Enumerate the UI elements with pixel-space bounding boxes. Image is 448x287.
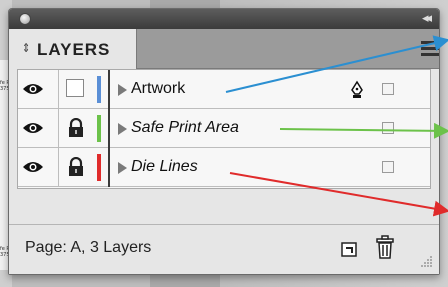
layer-color-swatch <box>97 154 101 181</box>
layer-row-safe-print-area[interactable]: Safe Print Area <box>18 109 430 148</box>
tab-layers[interactable]: ⇕ LAYERS <box>9 29 137 69</box>
trash-icon[interactable] <box>374 235 396 261</box>
column-separator <box>58 109 59 148</box>
expand-triangle-icon[interactable] <box>118 123 127 135</box>
pen-nib-icon <box>351 80 363 98</box>
target-checkbox[interactable] <box>382 83 394 95</box>
column-separator <box>58 70 59 109</box>
target-checkbox[interactable] <box>382 122 394 134</box>
lock-icon[interactable] <box>66 118 86 138</box>
layer-color-swatch <box>97 115 101 142</box>
column-separator <box>58 148 59 187</box>
layer-row-artwork[interactable]: Artwork <box>18 70 430 109</box>
row-divider <box>108 148 110 187</box>
lock-icon[interactable] <box>66 157 86 177</box>
new-layer-icon[interactable] <box>339 239 359 259</box>
layer-color-swatch <box>97 76 101 103</box>
resize-grip-icon[interactable] <box>419 254 433 268</box>
row-divider <box>108 109 110 148</box>
layer-name[interactable]: Die Lines <box>131 158 198 176</box>
row-divider <box>108 70 110 109</box>
panel-footer: Page: A, 3 Layers <box>9 224 439 274</box>
panel-tab-row: ⇕ LAYERS <box>9 29 439 69</box>
layer-row-die-lines[interactable]: Die Lines <box>18 148 430 187</box>
eye-icon[interactable] <box>22 80 44 98</box>
panel-titlebar[interactable]: ◂◂ <box>9 9 439 29</box>
lock-toggle-empty[interactable] <box>66 79 84 97</box>
target-checkbox[interactable] <box>382 161 394 173</box>
layer-name[interactable]: Safe Print Area <box>131 119 239 137</box>
layer-name[interactable]: Artwork <box>131 80 185 98</box>
collapse-icon[interactable]: ◂◂ <box>422 11 432 26</box>
close-button[interactable] <box>19 13 31 25</box>
expand-triangle-icon[interactable] <box>118 84 127 96</box>
eye-icon[interactable] <box>22 119 44 137</box>
tab-arrows-icon: ⇕ <box>22 41 31 55</box>
layer-list: Artwork Safe Print Area Die Lines <box>17 69 431 189</box>
expand-triangle-icon[interactable] <box>118 162 127 174</box>
eye-icon[interactable] <box>22 158 44 176</box>
layers-panel: ◂◂ ⇕ LAYERS Artwork Safe Print Area Die … <box>8 8 440 275</box>
tab-label: LAYERS <box>37 40 111 59</box>
panel-menu-icon[interactable] <box>421 41 439 59</box>
footer-status: Page: A, 3 Layers <box>25 239 152 256</box>
